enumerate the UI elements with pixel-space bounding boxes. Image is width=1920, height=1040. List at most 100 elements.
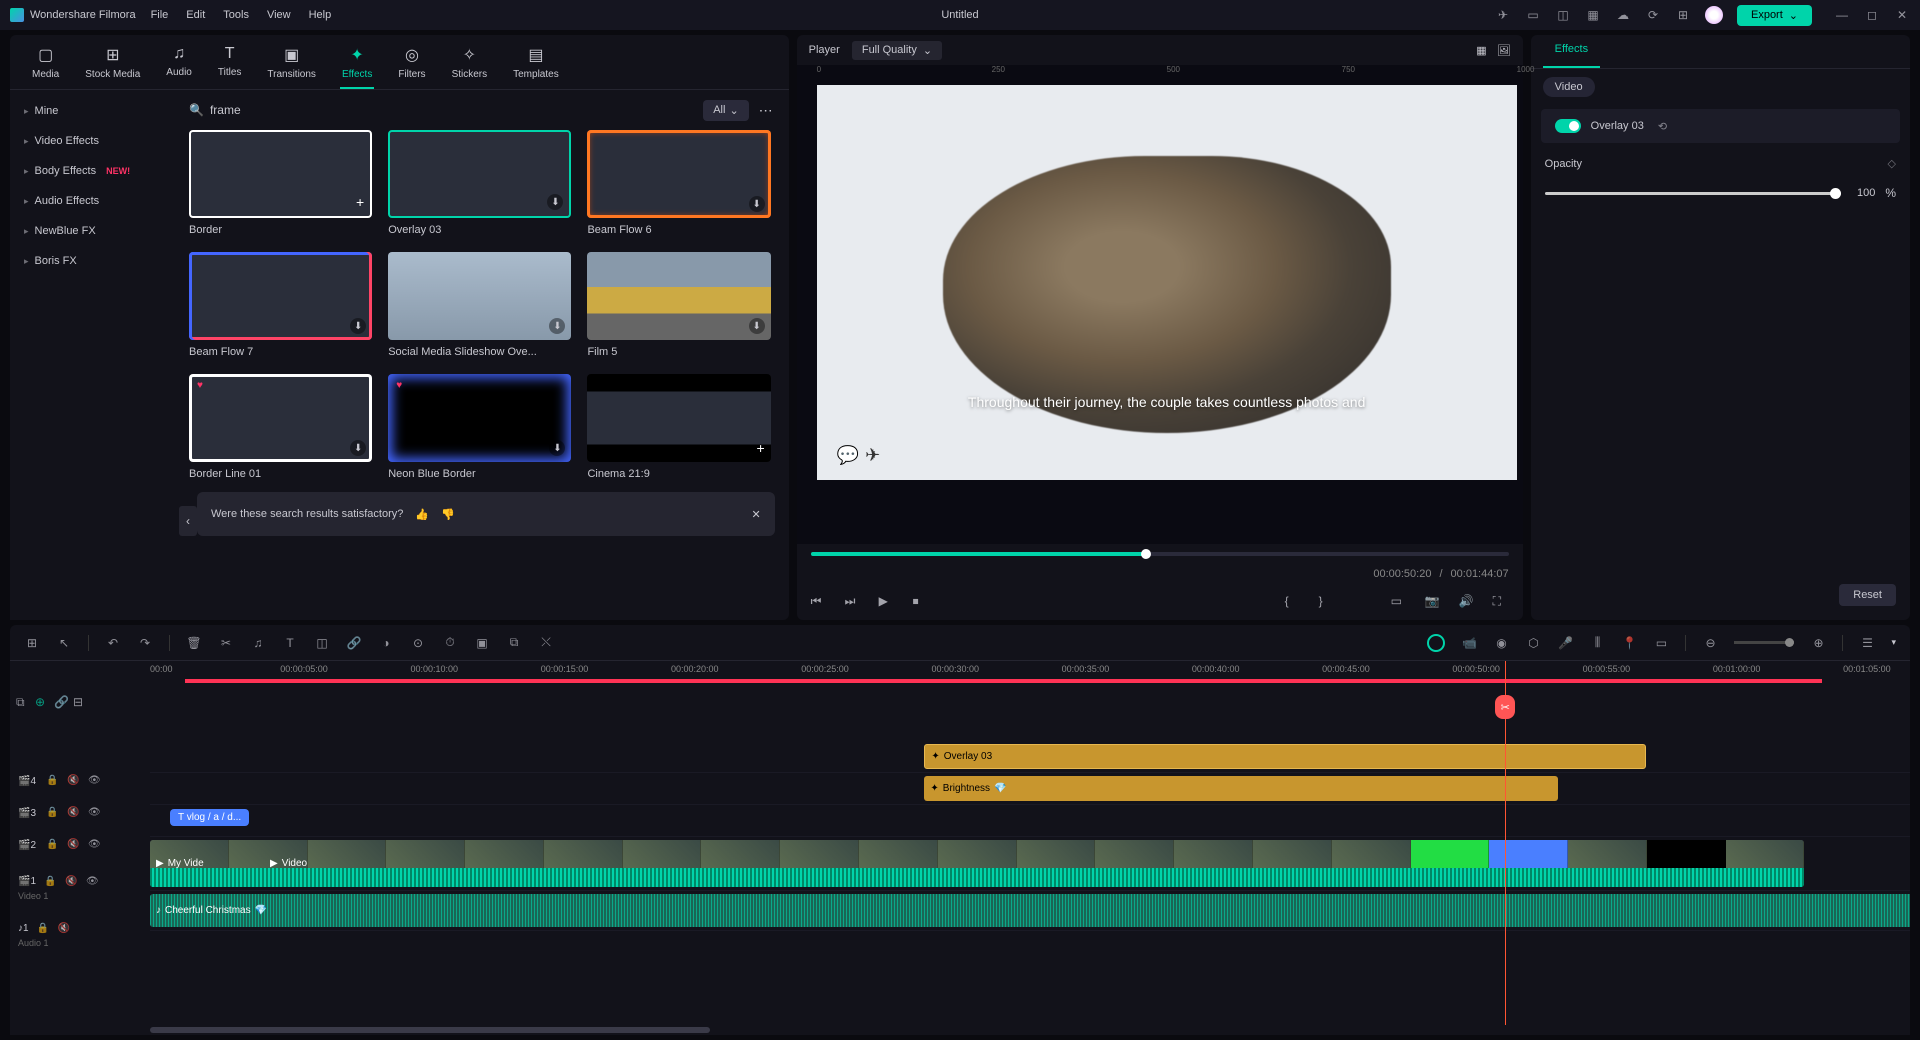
zoom-out-button[interactable]: ⊖	[1702, 635, 1718, 651]
preview-canvas[interactable]: Throughout their journey, the couple tak…	[811, 79, 1523, 544]
timeline-scrollbar[interactable]	[10, 1025, 1910, 1035]
cloud-icon[interactable]: ☁	[1615, 7, 1631, 23]
snapshot-button[interactable]: 📷	[1425, 594, 1441, 610]
export-button[interactable]: Export ⌄	[1737, 5, 1812, 26]
tab-media[interactable]: ▢Media	[30, 43, 61, 89]
tab-transitions[interactable]: ▣Transitions	[265, 43, 318, 89]
clip-overlay03[interactable]: ✦Overlay 03	[924, 744, 1646, 769]
add-icon[interactable]: +	[356, 194, 364, 210]
screen-icon[interactable]: ◫	[1555, 7, 1571, 23]
adjust-icon[interactable]: ▭	[1653, 635, 1669, 651]
picture-icon[interactable]: 🖼	[1497, 44, 1511, 57]
menu-edit[interactable]: Edit	[186, 9, 205, 21]
playhead-scissor-icon[interactable]: ✂	[1495, 695, 1515, 719]
track-3[interactable]: ✦Brightness💎	[150, 773, 1910, 805]
delete-button[interactable]: 🗑	[186, 635, 202, 651]
mark-in-button[interactable]: {	[1285, 594, 1301, 610]
scrubber[interactable]	[797, 544, 1523, 564]
tab-titles[interactable]: TTitles	[216, 43, 244, 89]
tab-stickers[interactable]: ✧Stickers	[450, 43, 490, 89]
collapse-sidebar-button[interactable]: ‹	[179, 506, 197, 536]
menu-tools[interactable]: Tools	[223, 9, 249, 21]
clip-video[interactable]: ▶ My Vide ▶ Video	[150, 840, 1804, 887]
speed-button[interactable]: ⊙	[410, 635, 426, 651]
add-icon[interactable]: +	[756, 440, 764, 456]
search-input[interactable]	[210, 103, 365, 117]
playhead[interactable]: ✂	[1505, 661, 1506, 1025]
download-icon[interactable]: ⬇	[749, 196, 765, 212]
opacity-value[interactable]: 100	[1851, 187, 1875, 199]
download-icon[interactable]: ⬇	[549, 440, 565, 456]
color-button[interactable]: ◑	[378, 635, 394, 651]
tab-effects[interactable]: ✦Effects	[340, 43, 374, 89]
fullscreen-button[interactable]: ⛶	[1493, 594, 1509, 610]
fx-tab-effects[interactable]: Effects	[1543, 35, 1600, 68]
layout-grid-icon[interactable]: ⊞	[24, 635, 40, 651]
list-view-icon[interactable]: ☰	[1859, 635, 1875, 651]
record-button[interactable]	[1427, 634, 1445, 652]
timer-button[interactable]: ⏱	[442, 635, 458, 651]
track-4[interactable]: ✦Overlay 03	[150, 741, 1910, 773]
gallery-icon[interactable]: ▦	[1585, 7, 1601, 23]
effect-thumb[interactable]: + Border	[189, 130, 372, 236]
tab-audio[interactable]: ♫Audio	[164, 43, 194, 89]
thumbs-up-icon[interactable]: 👍	[415, 508, 429, 521]
opacity-slider[interactable]	[1545, 192, 1842, 195]
tab-templates[interactable]: ▤Templates	[511, 43, 561, 89]
download-icon[interactable]: ⬇	[350, 318, 366, 334]
more-options[interactable]: ⋯	[759, 102, 775, 119]
music-button[interactable]: ♫	[250, 635, 266, 651]
effect-thumb[interactable]: ⬇ Beam Flow 6	[587, 130, 770, 236]
crop-button[interactable]: ◫	[314, 635, 330, 651]
close-button[interactable]: ✕	[1894, 7, 1910, 23]
disc-icon[interactable]: ◉	[1493, 635, 1509, 651]
effect-thumb[interactable]: ⬇ Film 5	[587, 252, 770, 358]
minimize-button[interactable]: —	[1834, 7, 1850, 23]
prev-frame-button[interactable]: ⏮	[811, 594, 827, 610]
effect-thumb[interactable]: ♥ ⬇ Neon Blue Border	[388, 374, 571, 480]
timeline-tracks[interactable]: 00:0000:00:05:0000:00:10:0000:00:15:0000…	[150, 661, 1910, 1025]
sidebar-audio-effects[interactable]: ▸Audio Effects	[10, 186, 175, 216]
download-icon[interactable]: ⬇	[749, 318, 765, 334]
effect-thumb[interactable]: ♥ ⬇ Border Line 01	[189, 374, 372, 480]
tab-stock-media[interactable]: ⊞Stock Media	[83, 43, 142, 89]
effect-thumb[interactable]: ⬇ Social Media Slideshow Ove...	[388, 252, 571, 358]
refresh-icon[interactable]: ⟳	[1645, 7, 1661, 23]
next-frame-button[interactable]: ⏭	[845, 594, 861, 610]
reset-effect-icon[interactable]: ⟲	[1658, 120, 1667, 133]
detach-button[interactable]: ⤬	[538, 635, 554, 651]
menu-file[interactable]: File	[151, 9, 169, 21]
keyframe-diamond-icon[interactable]: ◇	[1888, 157, 1896, 170]
copy-button[interactable]: ⧉	[506, 635, 522, 651]
tab-filters[interactable]: ◎Filters	[396, 43, 427, 89]
effect-thumb[interactable]: ⬇ Overlay 03	[388, 130, 571, 236]
track-video1[interactable]: ▶ My Vide ▶ Video	[150, 837, 1910, 891]
quality-select[interactable]: Full Quality⌄	[852, 41, 942, 60]
tl-link-icon[interactable]: 🔗	[54, 695, 67, 708]
mark-out-button[interactable]: }	[1319, 594, 1335, 610]
track-head-4[interactable]: 🎬4 🔒🔇👁	[10, 765, 150, 797]
track-audio1[interactable]: ♪ Cheerful Christmas 💎	[150, 891, 1910, 931]
download-icon[interactable]: ⬇	[547, 194, 563, 210]
fx-subtab-video[interactable]: Video	[1543, 77, 1595, 97]
zoom-in-button[interactable]: ⊕	[1810, 635, 1826, 651]
track-head-3[interactable]: 🎬3 🔒🔇👁	[10, 797, 150, 829]
mixer-icon[interactable]: ⫼	[1589, 635, 1605, 651]
shield-icon[interactable]: ⬡	[1525, 635, 1541, 651]
layout-icon[interactable]: ▦	[1476, 44, 1486, 57]
sidebar-newblue[interactable]: ▸NewBlue FX	[10, 216, 175, 246]
play-button[interactable]: ▶	[879, 594, 895, 610]
cursor-icon[interactable]: ↖	[56, 635, 72, 651]
volume-button[interactable]: 🔊	[1459, 594, 1475, 610]
track-head-2[interactable]: 🎬2 🔒🔇👁	[10, 829, 150, 861]
undo-button[interactable]: ↶	[105, 635, 121, 651]
link-button[interactable]: 🔗	[346, 635, 362, 651]
tl-opt-icon[interactable]: ⧉	[16, 695, 29, 708]
sidebar-mine[interactable]: ▸Mine	[10, 96, 175, 126]
track-2[interactable]: T vlog / a / d...	[150, 805, 1910, 837]
camera-icon[interactable]: 📹	[1461, 635, 1477, 651]
cut-button[interactable]: ✂	[218, 635, 234, 651]
reset-button[interactable]: Reset	[1839, 584, 1896, 606]
message-icon[interactable]: ▭	[1525, 7, 1541, 23]
display-button[interactable]: ▭	[1391, 594, 1407, 610]
